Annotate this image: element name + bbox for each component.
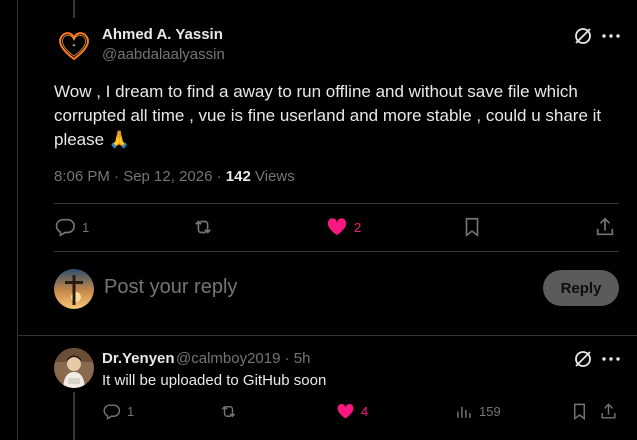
reply-icon xyxy=(55,218,75,237)
author-avatar[interactable]: ✦ xyxy=(54,26,94,66)
views-action[interactable]: 159 xyxy=(454,402,501,421)
views-count: 142 xyxy=(225,168,251,185)
bookmark-icon xyxy=(465,217,479,237)
heart-icon xyxy=(327,218,347,236)
grok-icon[interactable] xyxy=(572,348,594,370)
share-action[interactable] xyxy=(599,402,618,421)
reply-button[interactable]: Reply xyxy=(543,270,619,306)
divider xyxy=(54,251,619,252)
retweet-icon xyxy=(195,220,211,234)
tweet-text: Wow , I dream to find a away to run offl… xyxy=(54,82,602,149)
thread-line xyxy=(73,0,75,18)
tweet-meta: 8:06 PM · Sep 12, 2026 · 142 Views xyxy=(54,168,295,185)
heart-icon xyxy=(337,403,354,419)
more-options-icon[interactable] xyxy=(601,25,621,47)
bookmark-action[interactable] xyxy=(570,402,589,421)
like-action[interactable]: 2 xyxy=(326,216,361,238)
reply-input[interactable] xyxy=(104,276,524,299)
like-count: 2 xyxy=(354,219,362,235)
divider xyxy=(18,335,637,336)
thread-line xyxy=(73,392,75,440)
svg-text:✦: ✦ xyxy=(72,43,76,49)
views-label: Views xyxy=(250,168,295,185)
retweet-icon xyxy=(221,405,236,418)
reply-count: 1 xyxy=(82,219,90,235)
grok-icon[interactable] xyxy=(572,25,594,47)
tweet-actions: 1 2 xyxy=(54,208,624,248)
like-action[interactable]: 4 xyxy=(336,402,368,421)
share-icon xyxy=(601,403,616,419)
bookmark-icon xyxy=(574,403,585,421)
views-count: 159 xyxy=(479,404,501,419)
more-options-icon[interactable] xyxy=(601,348,621,370)
retweet-action[interactable] xyxy=(219,402,244,421)
reply-actions: 1 4 159 xyxy=(102,402,622,428)
bookmark-action[interactable] xyxy=(461,216,483,238)
reply-action[interactable]: 1 xyxy=(102,402,134,421)
conversation-column: ✦ Ahmed A. Yassin @aabdalaalyassin Wow ,… xyxy=(17,0,637,440)
analytics-icon xyxy=(457,406,471,418)
reply-author-handle[interactable]: @calmboy2019 · 5h xyxy=(176,350,310,367)
author-handle[interactable]: @aabdalaalyassin xyxy=(102,46,225,63)
tweet-timestamp[interactable]: 8:06 PM · Sep 12, 2026 · xyxy=(54,168,226,185)
reply-action[interactable]: 1 xyxy=(54,216,89,238)
reply-text: It will be uploaded to GitHub soon xyxy=(102,372,327,389)
reply-author-avatar[interactable] xyxy=(54,348,94,388)
reply-count: 1 xyxy=(127,404,135,419)
share-icon xyxy=(596,217,614,236)
divider xyxy=(54,203,619,204)
reply-icon xyxy=(103,404,121,420)
reply-author-name[interactable]: Dr.Yenyen xyxy=(102,350,175,367)
share-action[interactable] xyxy=(594,216,616,238)
user-avatar[interactable] xyxy=(54,269,94,309)
like-count: 4 xyxy=(361,404,369,419)
retweet-action[interactable] xyxy=(192,216,220,238)
author-name[interactable]: Ahmed A. Yassin xyxy=(102,26,223,43)
